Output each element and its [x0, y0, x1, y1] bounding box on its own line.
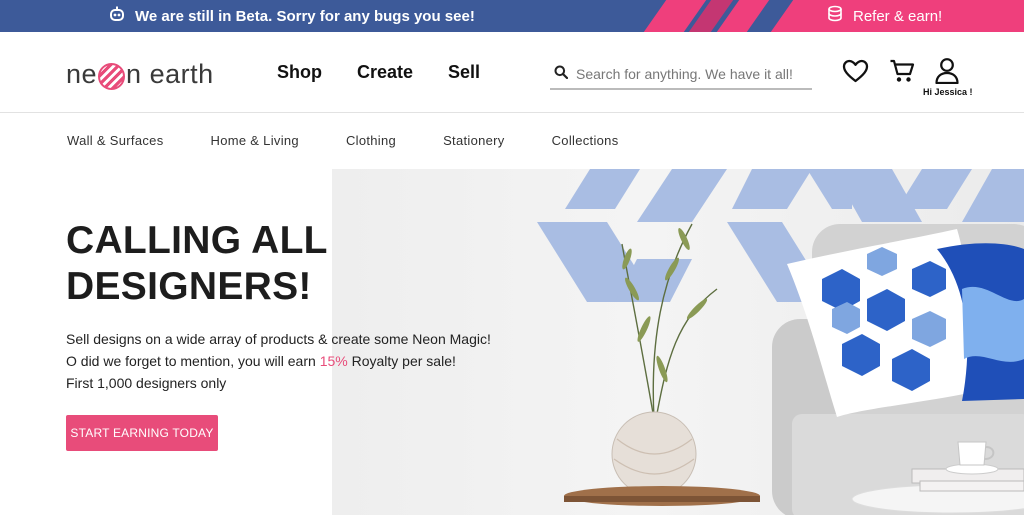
hero-description: Sell designs on a wide array of products…: [66, 328, 491, 394]
search-input[interactable]: [576, 66, 806, 82]
nav-shop[interactable]: Shop: [277, 62, 322, 83]
search-icon[interactable]: [554, 65, 569, 84]
hero-line-2-before: O did we forget to mention, you will ear…: [66, 353, 320, 369]
hero-line-2: O did we forget to mention, you will ear…: [66, 350, 491, 372]
refer-earn-link[interactable]: Refer & earn!: [826, 0, 942, 32]
beta-banner: We are still in Beta. Sorry for any bugs…: [0, 0, 1024, 32]
neon-earth-logo[interactable]: ne n earth: [66, 58, 214, 90]
main-nav: Shop Create Sell: [277, 62, 480, 83]
logo-text-left: ne: [66, 58, 98, 89]
category-nav: Wall & Surfaces Home & Living Clothing S…: [67, 133, 666, 148]
hero-line-1: Sell designs on a wide array of products…: [66, 331, 491, 347]
search-bar: [550, 60, 812, 90]
logo-text-right: n earth: [126, 58, 214, 89]
beta-message: We are still in Beta. Sorry for any bugs…: [108, 0, 475, 32]
coins-icon: [826, 5, 844, 27]
refer-earn-label: Refer & earn!: [853, 7, 943, 25]
user-icon[interactable]: [934, 57, 960, 89]
category-clothing[interactable]: Clothing: [346, 133, 396, 148]
hero-line-2-after: Royalty per sale!: [347, 353, 456, 369]
side-table: [564, 486, 760, 506]
hero-title: CALLING ALL DESIGNERS!: [66, 218, 328, 310]
category-stationery[interactable]: Stationery: [443, 133, 505, 148]
cart-icon[interactable]: [889, 58, 915, 89]
heart-icon[interactable]: [842, 59, 869, 88]
logo-o-mark: [98, 62, 126, 90]
user-greeting: Hi Jessica !: [923, 87, 973, 97]
beta-message-text: We are still in Beta. Sorry for any bugs…: [135, 7, 475, 25]
category-home-living[interactable]: Home & Living: [211, 133, 299, 148]
start-earning-button[interactable]: START EARNING TODAY: [66, 415, 218, 451]
category-wall-surfaces[interactable]: Wall & Surfaces: [67, 133, 164, 148]
royalty-percentage: 15%: [319, 353, 348, 369]
category-collections[interactable]: Collections: [552, 133, 619, 148]
site-header: nen earth Shop Create Sell Hi Jessica: [0, 32, 1024, 113]
nav-create[interactable]: Create: [357, 62, 413, 83]
robot-icon: [108, 5, 126, 27]
hero-title-line1: CALLING ALL: [66, 219, 328, 262]
nav-sell[interactable]: Sell: [448, 62, 480, 83]
hero-line-3: First 1,000 designers only: [66, 375, 227, 391]
hero-title-line2: DESIGNERS!: [66, 265, 312, 308]
